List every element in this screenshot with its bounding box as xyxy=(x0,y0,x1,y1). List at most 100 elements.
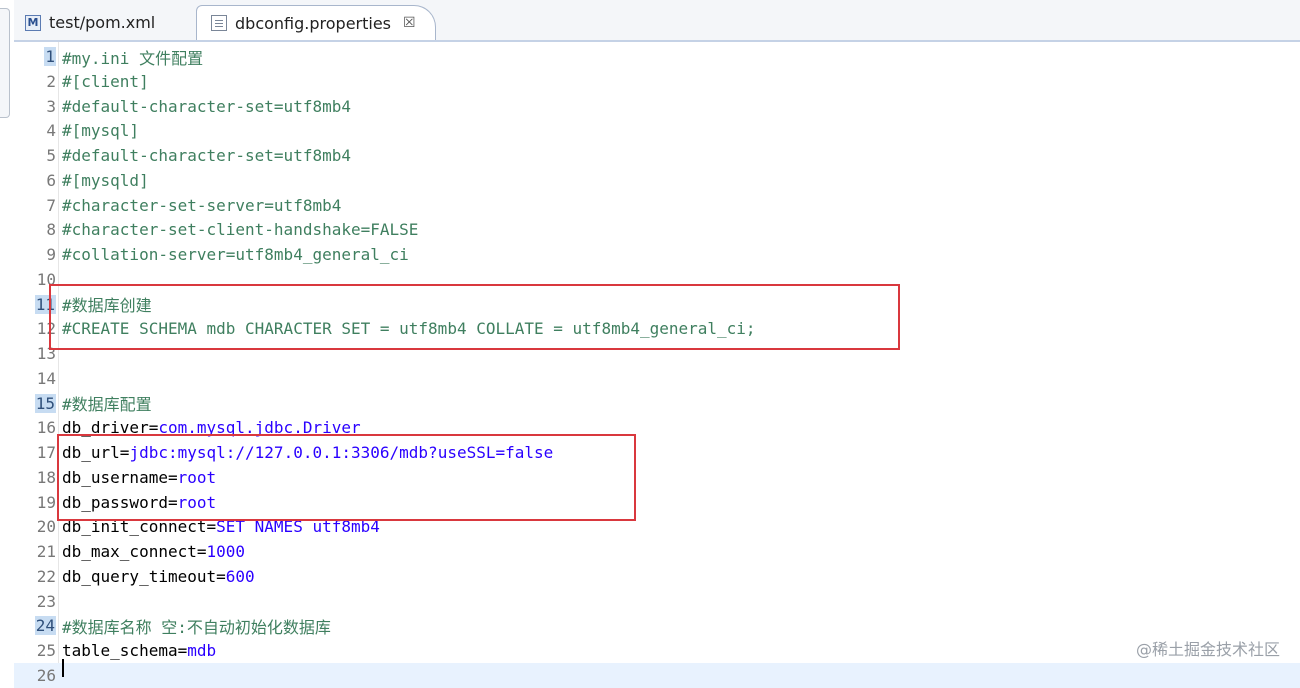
line-number-text: 15 xyxy=(34,393,56,413)
comment-text: #[client] xyxy=(62,71,149,91)
comment-text: #character-set-server=utf8mb4 xyxy=(62,195,342,215)
comment-text: #default-character-set=utf8mb4 xyxy=(62,146,351,165)
line-content: table_schema=mdb xyxy=(62,641,216,660)
line-number: 5 xyxy=(14,146,58,165)
line-number: 2 xyxy=(14,72,58,91)
line-content: #数据库名称 空:不自动初始化数据库 xyxy=(62,614,331,638)
line-number-text: 4 xyxy=(46,121,56,141)
line-number-text: 19 xyxy=(36,492,56,512)
text-cursor xyxy=(62,659,64,677)
tab-dbconfig-properties[interactable]: dbconfig.properties ☒ xyxy=(196,5,436,40)
code-line[interactable]: 23 xyxy=(14,589,1300,614)
code-line[interactable]: 8 #character-set-client-handshake=FALSE xyxy=(14,217,1300,242)
comment-text: #数据库配置 xyxy=(62,395,152,414)
code-line[interactable]: 26 xyxy=(14,662,1300,688)
editor-tab-bar: M test/pom.xml dbconfig.properties ☒ xyxy=(14,0,1300,42)
property-key: table_schema= xyxy=(62,641,188,660)
tab-pom-xml[interactable]: M test/pom.xml xyxy=(19,5,191,40)
line-number-text: 25 xyxy=(36,641,56,660)
code-line[interactable]: 15 #数据库配置 xyxy=(14,391,1300,416)
code-line[interactable]: 7 #character-set-server=utf8mb4 xyxy=(14,193,1300,218)
code-line[interactable]: 25 table_schema=mdb xyxy=(14,638,1300,663)
line-content: #collation-server=utf8mb4_general_ci xyxy=(62,245,409,264)
code-line[interactable]: 24 #数据库名称 空:不自动初始化数据库 xyxy=(14,613,1300,638)
code-line[interactable]: 2 #[client] xyxy=(14,69,1300,94)
code-line[interactable]: 5 #default-character-set=utf8mb4 xyxy=(14,143,1300,168)
line-number-text: 2 xyxy=(46,71,56,91)
line-content: #default-character-set=utf8mb4 xyxy=(62,146,351,165)
line-number-text: 18 xyxy=(36,467,56,487)
line-content: #character-set-server=utf8mb4 xyxy=(62,196,341,215)
watermark: @稀土掘金技术社区 xyxy=(1135,640,1280,659)
line-content: #数据库配置 xyxy=(62,391,152,415)
line-number: 22 xyxy=(14,567,58,586)
line-content: db_max_connect=1000 xyxy=(62,542,245,561)
maven-file-icon: M xyxy=(25,14,41,31)
line-number: 23 xyxy=(14,592,58,611)
line-number: 9 xyxy=(14,245,58,264)
line-number-text: 21 xyxy=(36,542,56,561)
line-content: #[mysqld] xyxy=(62,171,149,190)
collapsed-panel-handle[interactable] xyxy=(0,8,10,118)
property-key: db_query_timeout= xyxy=(62,566,226,586)
line-content: #[client] xyxy=(62,72,149,91)
line-number-text: 20 xyxy=(36,517,56,537)
line-number: 3 xyxy=(14,97,58,116)
line-number: 18 xyxy=(14,468,58,487)
line-number-text: 6 xyxy=(46,170,56,190)
code-line[interactable]: 21 db_max_connect=1000 xyxy=(14,539,1300,564)
line-number: 21 xyxy=(14,542,58,561)
comment-text: #[mysql] xyxy=(62,121,140,141)
line-number-text: 1 xyxy=(44,47,56,66)
left-panel-strip xyxy=(0,0,14,678)
line-number: 8 xyxy=(14,220,58,239)
line-number-text: 7 xyxy=(46,195,56,215)
line-number: 16 xyxy=(14,418,58,437)
line-number-text: 3 xyxy=(46,96,56,116)
property-value: 1000 xyxy=(206,542,246,561)
properties-file-icon xyxy=(211,15,227,31)
line-number: 26 xyxy=(14,666,58,685)
line-number-text: 8 xyxy=(46,220,56,240)
line-number: 1 xyxy=(14,47,58,66)
line-number: 7 xyxy=(14,196,58,215)
line-number: 15 xyxy=(14,393,58,413)
code-line[interactable]: 3 #default-character-set=utf8mb4 xyxy=(14,94,1300,119)
line-number: 24 xyxy=(14,616,58,636)
comment-text: #数据库名称 空:不自动初始化数据库 xyxy=(62,617,331,637)
line-number-text: 5 xyxy=(46,146,56,165)
line-number-text: 23 xyxy=(36,591,56,611)
line-number: 6 xyxy=(14,171,58,190)
highlight-box-create-schema xyxy=(49,284,900,350)
code-line[interactable]: 6 #[mysqld] xyxy=(14,168,1300,193)
comment-text: #my.ini 文件配置 xyxy=(62,48,204,68)
code-line[interactable]: 4 #[mysql] xyxy=(14,118,1300,143)
close-tab-icon[interactable]: ☒ xyxy=(403,15,416,31)
code-editor[interactable]: 1 #my.ini 文件配置 2 #[client] 3 #default-charact… xyxy=(14,42,1300,688)
code-line[interactable]: 14 xyxy=(14,366,1300,391)
line-number-text: 24 xyxy=(34,616,56,636)
line-content: #character-set-client-handshake=FALSE xyxy=(62,220,418,239)
line-number-text: 9 xyxy=(46,245,56,264)
tab-label: dbconfig.properties xyxy=(235,13,392,33)
highlight-box-db-credentials xyxy=(57,434,636,521)
line-number: 19 xyxy=(14,493,58,512)
comment-text: #default-character-set=utf8mb4 xyxy=(62,96,351,116)
line-number-text: 26 xyxy=(36,665,56,685)
property-value: mdb xyxy=(187,641,217,660)
tab-label: test/pom.xml xyxy=(49,13,156,32)
code-line[interactable]: 1 #my.ini 文件配置 xyxy=(14,44,1300,69)
property-value: 600 xyxy=(225,566,255,586)
line-content: #[mysql] xyxy=(62,121,139,140)
comment-text: #[mysqld] xyxy=(62,170,149,190)
line-content: #my.ini 文件配置 xyxy=(62,45,203,69)
code-line[interactable]: 9 #collation-server=utf8mb4_general_ci xyxy=(14,242,1300,267)
line-number: 4 xyxy=(14,121,58,140)
comment-text: #collation-server=utf8mb4_general_ci xyxy=(62,245,409,264)
line-number: 17 xyxy=(14,443,58,462)
line-number: 20 xyxy=(14,517,58,536)
line-content: #default-character-set=utf8mb4 xyxy=(62,97,351,116)
line-number: 14 xyxy=(14,369,58,388)
code-line[interactable]: 22 db_query_timeout=600 xyxy=(14,564,1300,589)
line-number-text: 16 xyxy=(36,418,56,438)
